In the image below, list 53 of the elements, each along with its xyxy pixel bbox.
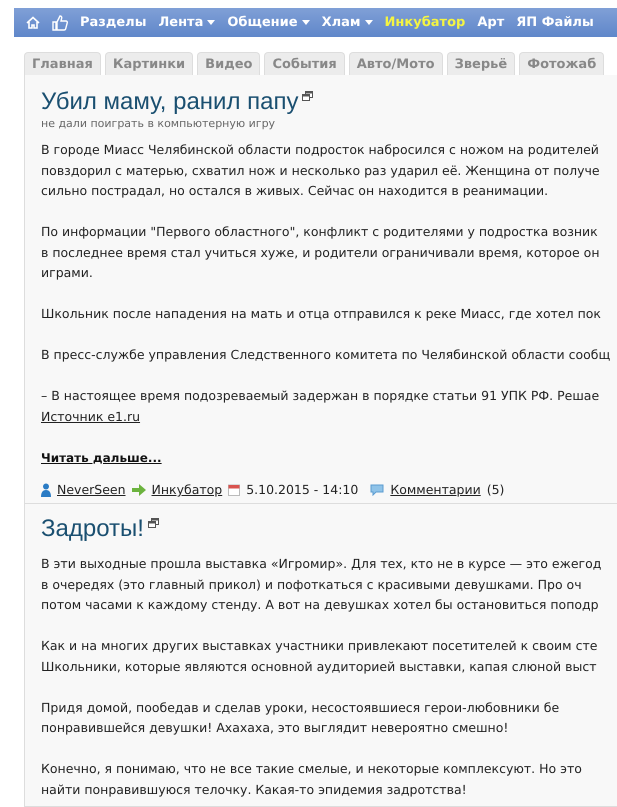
comments-link[interactable]: Комментарии <box>390 482 481 497</box>
article-subtitle: не дали поиграть в компьютерную игру <box>41 117 276 130</box>
text-line: потом часами к каждому стенду. А вот на девушках хотел бы остановиться поподр <box>41 596 600 614</box>
category-tab[interactable]: Авто/Мото <box>348 52 443 75</box>
article-title[interactable]: Задроты! <box>41 514 144 544</box>
text-line: в последнее время стал учиться хуже, и родители ограничивали время, которое он <box>41 244 601 262</box>
text-line: По информации "Первого областного", конфликт с родителями у подростка возник <box>41 223 599 241</box>
text-line: В пресс-службе управления Следственного комитета по Челябинской области сообщ <box>41 346 612 364</box>
post-date: 5.10.2015 - 14:10 <box>246 482 358 497</box>
text-line: – В настоящее время подозреваемый задержан в порядке статьи 91 УПК РФ. Решае <box>41 387 600 405</box>
nav-menu-item[interactable]: Хлам <box>322 15 373 30</box>
text-line: Школьники, которые являются основной аудиторией выставки, капая слюной выст <box>41 658 598 676</box>
nav-menu-item[interactable]: Лента <box>158 15 216 30</box>
thumbs-up-icon[interactable] <box>52 14 68 30</box>
nav-menu-item[interactable]: Инкубатор <box>384 15 466 30</box>
author-link[interactable]: NeverSeen <box>57 482 126 497</box>
nav-menu-item[interactable]: Арт <box>477 15 504 30</box>
text-line: Школьник после нападения на мать и отца отправился к реке Миасс, где хотел пок <box>41 305 602 323</box>
text-line: играми. <box>41 264 94 282</box>
text-line: Конечно, я понимаю, что не все такие смелые, и некоторые комплексуют. Но это <box>41 760 583 778</box>
text-line: найти понравившуюся телочку. Какая-то эпидемия задротства! <box>41 780 468 799</box>
speech-bubble-icon <box>370 484 384 496</box>
text-line: В эти выходные прошла выставка «Игромир». Для тех, кто не в курсе — это ежегод <box>41 555 602 573</box>
text-line: В городе Миасс Челябинской области подросток набросился с ножом на родителей <box>41 141 600 159</box>
text-line: в очередях (это главный прикол) и пофоткаться с красивыми девушками. Про оч <box>41 576 583 594</box>
text-line: понравившейся девушки! Ахахаха, это выглядит невероятно смешно! <box>41 719 510 737</box>
nav-menu-item[interactable]: ЯП Файлы <box>516 15 594 30</box>
arrow-right-icon <box>132 484 146 496</box>
home-icon[interactable] <box>26 16 40 30</box>
new-window-icon[interactable] <box>302 91 314 101</box>
article-title[interactable]: Убил маму, ранил папу <box>41 87 298 117</box>
category-tab[interactable]: Зверьё <box>446 52 516 75</box>
source-link[interactable]: Источник e1.ru <box>41 406 140 427</box>
user-icon <box>41 482 51 496</box>
section-link[interactable]: Инкубатор <box>152 482 222 497</box>
text-line: Придя домой, пообедав и сделав уроки, несостоявшиеся герои-любовники бе <box>41 698 560 717</box>
category-tab[interactable]: Картинки <box>104 52 194 75</box>
read-more-link[interactable]: Читать дальше... <box>41 451 162 465</box>
nav-menu-item[interactable]: Разделы <box>80 15 146 30</box>
category-tab[interactable]: События <box>264 52 345 75</box>
caret-icon <box>302 20 310 25</box>
text-line: повздорил с матерью, схватил нож и несколько раз ударил её. Женщина от получе <box>41 162 601 180</box>
nav-menu-item[interactable]: Общение <box>227 15 310 30</box>
comment-count: (5) <box>486 482 504 497</box>
category-tab[interactable]: Главная <box>24 52 101 75</box>
text-line: сильно пострадал, но остался в живых. Сейчас он находится в реанимации. <box>41 182 550 200</box>
caret-icon <box>207 20 216 25</box>
category-tab[interactable]: Видео <box>197 52 260 75</box>
category-tab[interactable]: Фотожаб <box>519 52 604 75</box>
calendar-icon <box>228 484 240 496</box>
new-window-icon[interactable] <box>148 518 159 528</box>
caret-icon <box>364 20 373 25</box>
text-line: Как и на многих других выставках участники привлекают посетителей к своим сте <box>41 637 598 655</box>
